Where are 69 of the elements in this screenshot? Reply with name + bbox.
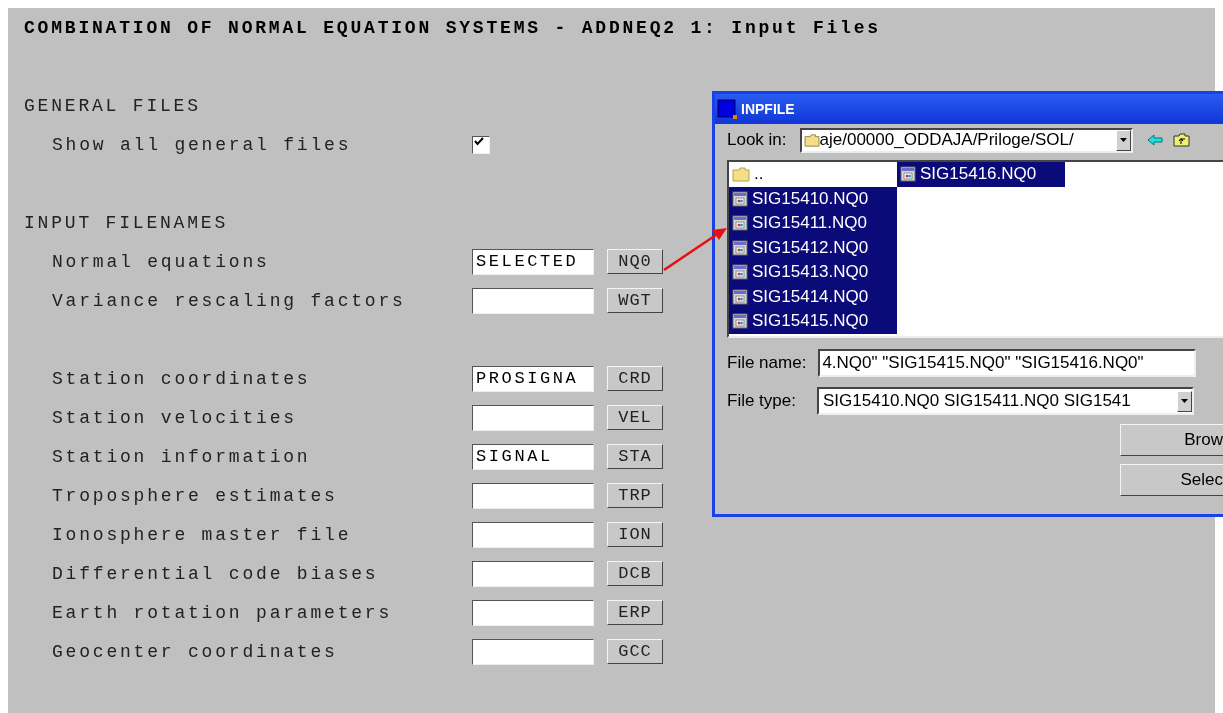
field-label: Earth rotation parameters xyxy=(52,602,394,623)
file-icon xyxy=(732,239,748,256)
browse-button[interactable]: NQ0 xyxy=(607,249,663,274)
input-field[interactable]: SIGNAL xyxy=(472,443,594,470)
browse-button[interactable]: DCB xyxy=(607,561,663,586)
input-field[interactable] xyxy=(472,599,594,626)
file-list-item[interactable]: SIG15412.NQ0 xyxy=(729,235,897,260)
dialog-button[interactable]: Selec xyxy=(1120,464,1223,496)
back-arrow-icon[interactable] xyxy=(1146,134,1163,146)
file-icon xyxy=(732,313,748,330)
file-list-item[interactable]: SIG15416.NQ0 xyxy=(897,162,1065,187)
field-label: Geocenter coordinates xyxy=(52,641,339,662)
look-in-dropdown[interactable]: aje/00000_ODDAJA/Priloge/SOL/ xyxy=(799,127,1133,153)
file-list-item[interactable]: SIG15411.NQ0 xyxy=(729,211,897,236)
dialog-title: INPFILE xyxy=(741,101,795,117)
field-label: Variance rescaling factors xyxy=(52,290,407,311)
browse-button[interactable]: STA xyxy=(607,444,663,469)
input-field[interactable] xyxy=(472,560,594,587)
input-field[interactable]: SELECTED xyxy=(472,248,594,275)
caret-icon xyxy=(1119,138,1127,142)
look-in-label: Look in: xyxy=(727,130,787,150)
field-label: Station information xyxy=(52,446,312,467)
input-field[interactable] xyxy=(472,287,594,314)
section-heading: INPUT FILENAMES xyxy=(24,212,229,233)
field-label: Show all general files xyxy=(52,134,353,155)
window-icon xyxy=(717,99,737,119)
check-mark-icon xyxy=(473,136,485,147)
field-label: Differential code biases xyxy=(52,563,380,584)
file-icon xyxy=(732,215,748,232)
field-label: Ionosphere master file xyxy=(52,524,353,545)
input-field[interactable] xyxy=(472,521,594,548)
file-list-item[interactable]: SIG15414.NQ0 xyxy=(729,284,897,309)
file-type-dropdown[interactable]: SIG15410.NQ0 SIG15411.NQ0 SIG1541 xyxy=(817,387,1194,415)
field-label: Station velocities xyxy=(52,407,298,428)
input-field[interactable] xyxy=(472,638,594,665)
file-list-item[interactable]: .. xyxy=(729,162,897,187)
browse-button[interactable]: CRD xyxy=(607,366,663,391)
file-list[interactable]: .. SIG15410.NQ0 SIG15411.NQ0 SIG15412.NQ0 SIG15413.NQ0 SIG15414.NQ0 SIG15415.NQ0 SIG15416.NQ0 xyxy=(727,160,1223,338)
file-name-label: File name: xyxy=(727,353,807,373)
file-icon xyxy=(900,166,916,183)
field-label: Troposphere estimates xyxy=(52,485,339,506)
input-field[interactable]: PROSIGNA xyxy=(472,365,594,392)
folder-icon xyxy=(732,166,750,182)
caret-icon xyxy=(1181,399,1188,403)
browse-button[interactable]: WGT xyxy=(607,288,663,313)
file-list-item[interactable]: SIG15413.NQ0 xyxy=(729,260,897,285)
browse-button[interactable]: ERP xyxy=(607,600,663,625)
field-label: Normal equations xyxy=(52,251,271,272)
file-list-item[interactable]: SIG15410.NQ0 xyxy=(729,186,897,211)
browse-button[interactable]: TRP xyxy=(607,483,663,508)
file-name-field[interactable]: 4.NQ0" "SIG15415.NQ0" "SIG15416.NQ0" xyxy=(818,349,1197,377)
input-field[interactable] xyxy=(472,482,594,509)
folder-icon xyxy=(803,133,820,147)
annotation-arrow xyxy=(663,228,727,272)
file-icon xyxy=(732,190,748,207)
browse-button[interactable]: ION xyxy=(607,522,663,547)
checkbox[interactable] xyxy=(472,135,490,154)
input-field[interactable] xyxy=(472,404,594,431)
browse-button[interactable]: VEL xyxy=(607,405,663,430)
folder-up-icon[interactable] xyxy=(1172,133,1190,147)
file-icon xyxy=(732,288,748,305)
file-list-item[interactable]: SIG15415.NQ0 xyxy=(729,309,897,334)
section-heading: GENERAL FILES xyxy=(24,95,201,116)
browse-button[interactable]: GCC xyxy=(607,639,663,664)
file-icon xyxy=(732,264,748,281)
screen-title: COMBINATION OF NORMAL EQUATION SYSTEMS - ADDNEQ2 1: Input Files xyxy=(24,17,881,38)
file-type-label: File type: xyxy=(727,391,796,411)
field-label: Station coordinates xyxy=(52,368,312,389)
dialog-button[interactable]: Brow xyxy=(1120,424,1223,456)
